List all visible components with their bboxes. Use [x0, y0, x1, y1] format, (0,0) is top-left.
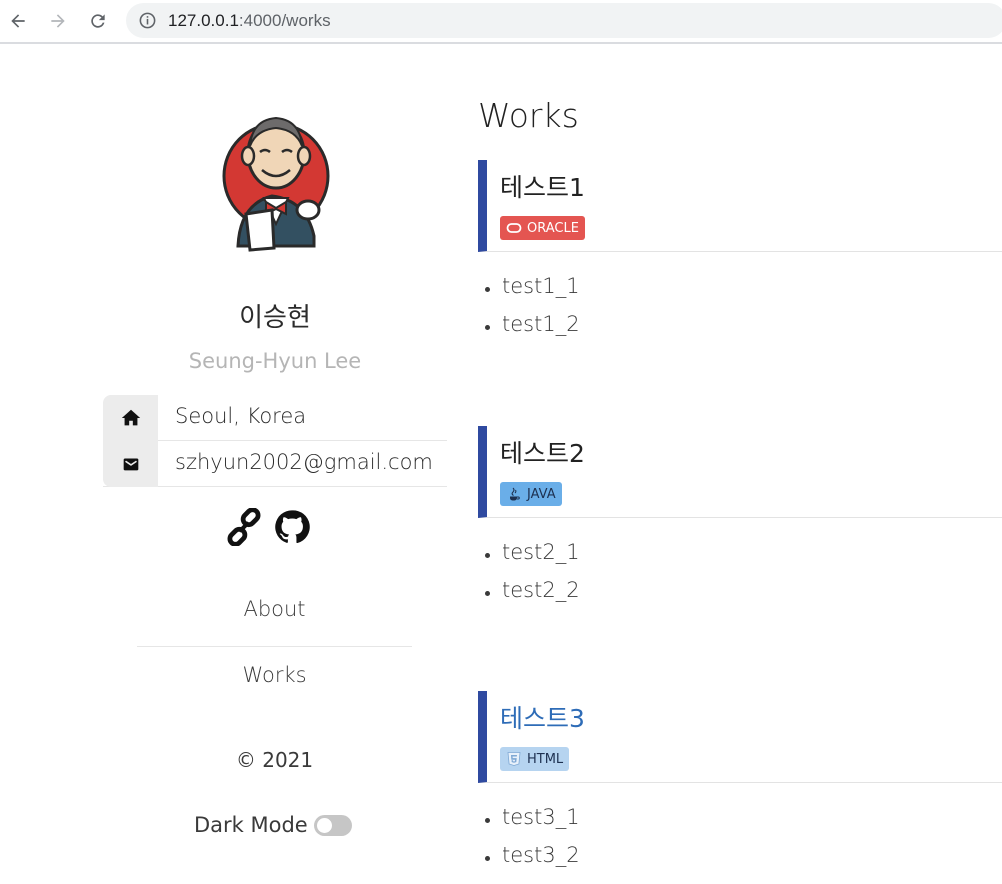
url-text: 127.0.0.1:4000/works — [168, 11, 331, 30]
work-title[interactable]: 테스트2 — [500, 434, 585, 470]
social-links — [225, 507, 325, 548]
forward-icon[interactable] — [46, 9, 70, 33]
oracle-badge: ORACLE — [500, 216, 585, 240]
profile-name-english: Seung-Hyun Lee — [188, 349, 362, 373]
work-header: 테스트1 ORACLE — [478, 160, 1002, 252]
work-card: 테스트3 HTML test3_1 test3_2 — [478, 691, 1002, 867]
copyright: © 2021 — [235, 748, 314, 772]
list-item: test2_1 — [478, 540, 580, 578]
location-text: Seoul, Korea — [175, 404, 307, 428]
work-items: test3_1 test3_2 — [478, 805, 580, 881]
envelope-icon — [103, 441, 158, 487]
list-item: test1_2 — [478, 312, 580, 350]
email-row: szhyun2002@gmail.com — [103, 441, 447, 487]
java-badge: JAVA — [500, 482, 562, 506]
work-items: test1_1 test1_2 — [478, 274, 580, 350]
work-card: 테스트2 JAVA test2_1 test2_2 — [478, 426, 1002, 602]
dark-mode-toggle[interactable] — [313, 814, 352, 836]
work-title[interactable]: 테스트3 — [500, 699, 585, 735]
work-items: test2_1 test2_2 — [478, 540, 580, 616]
back-icon[interactable] — [6, 9, 30, 33]
dark-mode-label: Dark Mode — [194, 813, 308, 837]
list-item: test2_2 — [478, 578, 580, 616]
profile-name: 이승현 — [239, 303, 311, 333]
reload-icon[interactable] — [86, 9, 110, 33]
oracle-icon — [506, 223, 522, 233]
dark-mode-control: Dark Mode — [194, 813, 352, 837]
list-item: test3_2 — [478, 843, 580, 881]
home-icon — [103, 395, 158, 441]
page-title: Works — [478, 96, 579, 135]
nav-about[interactable]: About — [137, 597, 412, 647]
email-text[interactable]: szhyun2002@gmail.com — [175, 450, 433, 474]
list-item: test1_1 — [478, 274, 580, 312]
address-bar[interactable]: 127.0.0.1:4000/works — [126, 3, 1002, 38]
info-icon[interactable] — [138, 11, 157, 30]
work-title[interactable]: 테스트1 — [500, 168, 585, 204]
work-card: 테스트1 ORACLE test1_1 test1_2 — [478, 160, 1002, 336]
html-badge: HTML — [500, 747, 570, 771]
github-icon[interactable] — [273, 508, 311, 546]
work-header: 테스트2 JAVA — [478, 426, 1002, 518]
location-row: Seoul, Korea — [103, 395, 447, 441]
main-content: Works 테스트1 ORACLE test1_1 test1_2 테스트2 J… — [478, 46, 1002, 884]
sidebar: 이승현 Seung-Hyun Lee Seoul, Korea szhyun20… — [0, 46, 450, 884]
link-icon[interactable] — [225, 507, 263, 547]
jenkins-avatar — [222, 116, 330, 252]
nav-works[interactable]: Works — [137, 663, 412, 687]
browser-toolbar: 127.0.0.1:4000/works — [0, 0, 1002, 44]
html5-icon — [507, 752, 521, 766]
list-item: test3_1 — [478, 805, 580, 843]
work-header: 테스트3 HTML — [478, 691, 1002, 783]
java-icon — [510, 487, 520, 501]
